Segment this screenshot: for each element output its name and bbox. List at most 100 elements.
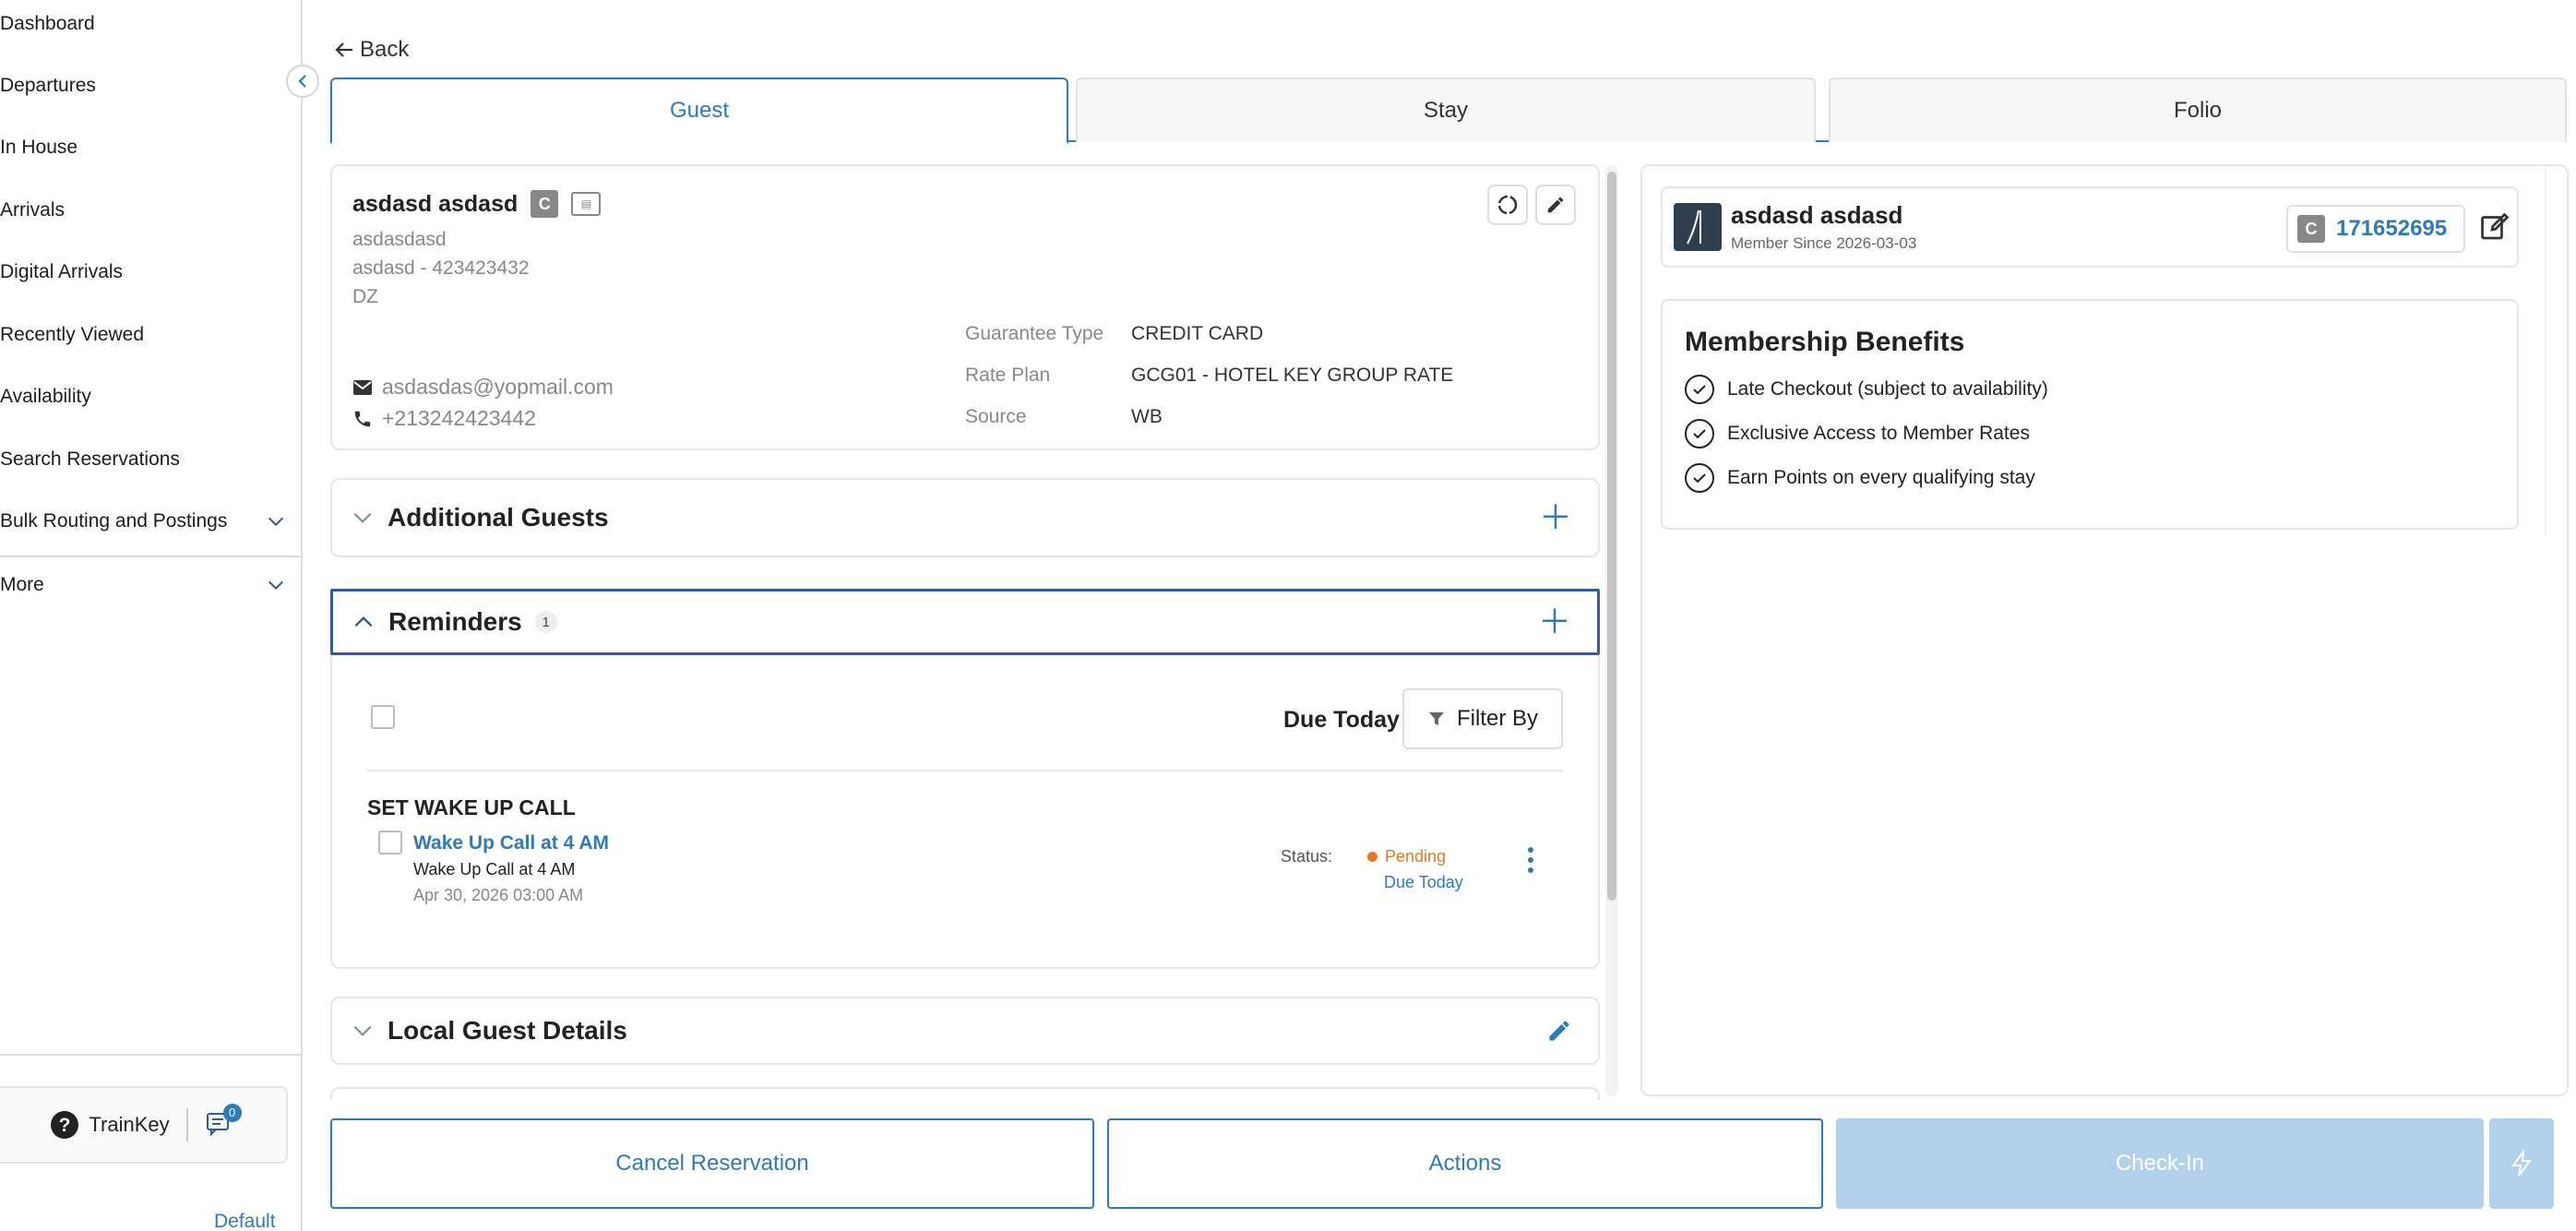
separator (185, 1108, 188, 1141)
refresh-button[interactable] (1487, 185, 1528, 225)
tab-label: Guest (669, 98, 730, 123)
additional-guests-header[interactable]: Additional Guests ＋ (330, 478, 1600, 557)
sidebar-item-dashboard[interactable]: Dashboard (0, 13, 286, 35)
select-all-checkbox[interactable] (371, 705, 395, 729)
benefit-text: Exclusive Access to Member Rates (1727, 423, 2030, 444)
benefit-item: Exclusive Access to Member Rates (1685, 419, 2030, 448)
edit-guest-button[interactable] (1535, 185, 1576, 225)
button-label: Cancel Reservation (615, 1151, 809, 1176)
cancel-reservation-button[interactable]: Cancel Reservation (330, 1118, 1094, 1209)
reminder-more-menu-icon[interactable] (1528, 847, 1533, 873)
membership-benefits-card: Membership Benefits Late Checkout (subje… (1661, 299, 2519, 530)
tab-folio[interactable]: Folio (1829, 78, 2567, 142)
sidebar-item-availability[interactable]: Availability (0, 386, 286, 408)
trainkey-label: TrainKey (89, 1113, 170, 1136)
tab-stay[interactable]: Stay (1076, 78, 1816, 142)
guarantee-type-value: CREDIT CARD (1131, 323, 1264, 344)
rate-plan-value: GCG01 - HOTEL KEY GROUP RATE (1131, 365, 1454, 386)
member-card: asdasd asdasd Member Since 2026-03-03 C … (1661, 186, 2519, 268)
messages-button[interactable]: 0 (205, 1104, 242, 1141)
rate-plan-label: Rate Plan (965, 365, 1051, 386)
button-label: Actions (1428, 1151, 1502, 1176)
source-value: WB (1131, 406, 1163, 427)
section-title: Reminders (388, 607, 522, 636)
guest-name: asdasd asdasd C ▤ (352, 190, 602, 218)
reminder-title-link[interactable]: Wake Up Call at 4 AM (413, 832, 609, 855)
benefits-title: Membership Benefits (1685, 327, 1965, 357)
phone-icon (354, 411, 371, 426)
guest-phone-text: +213242423442 (382, 406, 536, 430)
loyalty-badge-icon: C (531, 190, 559, 218)
id-card-icon[interactable]: ▤ (571, 192, 602, 216)
benefit-item: Earn Points on every qualifying stay (1685, 463, 2035, 493)
back-link[interactable]: Back (334, 37, 409, 63)
sidebar-item-in-house[interactable]: In House (0, 137, 286, 159)
sidebar-item-label: Arrivals (0, 199, 66, 221)
guest-address-line2: asdasd - 423423432 (352, 257, 530, 279)
chevron-down-icon (268, 517, 284, 527)
sidebar-item-digital-arrivals[interactable]: Digital Arrivals (0, 261, 286, 283)
reminder-status-label: Status: (1281, 847, 1333, 866)
sidebar-item-label: Recently Viewed (0, 324, 145, 345)
reminder-status-value: Pending (1385, 847, 1447, 866)
filter-by-button[interactable]: Filter By (1402, 688, 1563, 749)
tab-guest[interactable]: Guest (330, 78, 1068, 144)
divider (0, 1054, 303, 1056)
panel-scroll-edge (2528, 166, 2546, 535)
member-since: Member Since 2026-03-03 (1731, 234, 1917, 252)
sidebar-item-search-reservations[interactable]: Search Reservations (0, 448, 286, 471)
guest-address-line1: asdasdasd (352, 229, 447, 250)
chevron-down-icon (353, 512, 372, 523)
filter-icon (1428, 712, 1444, 725)
sidebar-item-label: Departures (0, 75, 96, 96)
chevron-left-icon (298, 75, 306, 88)
add-reminder-button[interactable]: ＋ (1538, 605, 1571, 639)
check-circle-icon (1685, 375, 1714, 404)
sidebar-item-departures[interactable]: Departures (0, 75, 286, 97)
chevron-down-icon (268, 580, 284, 591)
guest-card: asdasd asdasd C ▤ asdasdasd asdasd - 423… (330, 164, 1600, 450)
local-guest-details-header[interactable]: Local Guest Details (330, 997, 1600, 1065)
source-label: Source (965, 406, 1027, 427)
sidebar-item-arrivals[interactable]: Arrivals (0, 199, 286, 221)
check-circle-icon (1685, 419, 1714, 448)
guest-phone: +213242423442 (352, 406, 536, 431)
reminder-checkbox[interactable] (378, 831, 402, 855)
scrollbar[interactable] (1605, 164, 1618, 1096)
reminders-header[interactable]: Reminders 1 ＋ (330, 589, 1600, 655)
due-today-label: Due Today (1283, 707, 1400, 733)
section-title: Additional Guests (388, 503, 609, 532)
refresh-icon (1497, 195, 1518, 215)
next-section-edge (330, 1087, 1600, 1100)
edit-membership-icon[interactable] (2478, 210, 2511, 244)
quick-check-in-button[interactable] (2489, 1118, 2554, 1209)
actions-button[interactable]: Actions (1107, 1118, 1823, 1209)
membership-number[interactable]: C 171652695 (2286, 205, 2465, 253)
pencil-icon[interactable] (1546, 1018, 1572, 1044)
tab-label: Stay (1423, 98, 1469, 123)
svg-text:?: ? (59, 1115, 71, 1136)
sidebar-item-label: Search Reservations (0, 448, 180, 470)
benefit-text: Earn Points on every qualifying stay (1727, 467, 2035, 488)
membership-panel: asdasd asdasd Member Since 2026-03-03 C … (1640, 164, 2569, 1096)
section-title: Local Guest Details (388, 1016, 627, 1045)
reminders-count-badge: 1 (534, 611, 557, 633)
trainkey-button[interactable]: ? TrainKey (50, 1110, 170, 1140)
check-in-button[interactable]: Check-In (1836, 1118, 2484, 1209)
button-label: Check-In (2115, 1151, 2205, 1176)
benefit-text: Late Checkout (subject to availability) (1727, 378, 2048, 400)
default-link[interactable]: Default (214, 1211, 276, 1231)
trainkey-panel: ? TrainKey 0 (0, 1086, 288, 1164)
membership-number-text: 171652695 (2336, 216, 2448, 241)
reminder-status: Pending (1367, 847, 1446, 866)
guest-email: asdasdas@yopmail.com (352, 375, 614, 400)
add-guest-button[interactable]: ＋ (1539, 501, 1572, 534)
email-icon (353, 379, 372, 395)
scrollbar-thumb[interactable] (1607, 172, 1616, 901)
sidebar-item-recently-viewed[interactable]: Recently Viewed (0, 324, 286, 346)
sidebar-item-bulk-routing[interactable]: Bulk Routing and Postings (0, 510, 286, 532)
sidebar-item-more[interactable]: More (0, 574, 286, 596)
collapse-sidebar-button[interactable] (286, 65, 319, 98)
sidebar-item-label: Availability (0, 386, 91, 407)
brand-logo-icon (1674, 203, 1722, 251)
